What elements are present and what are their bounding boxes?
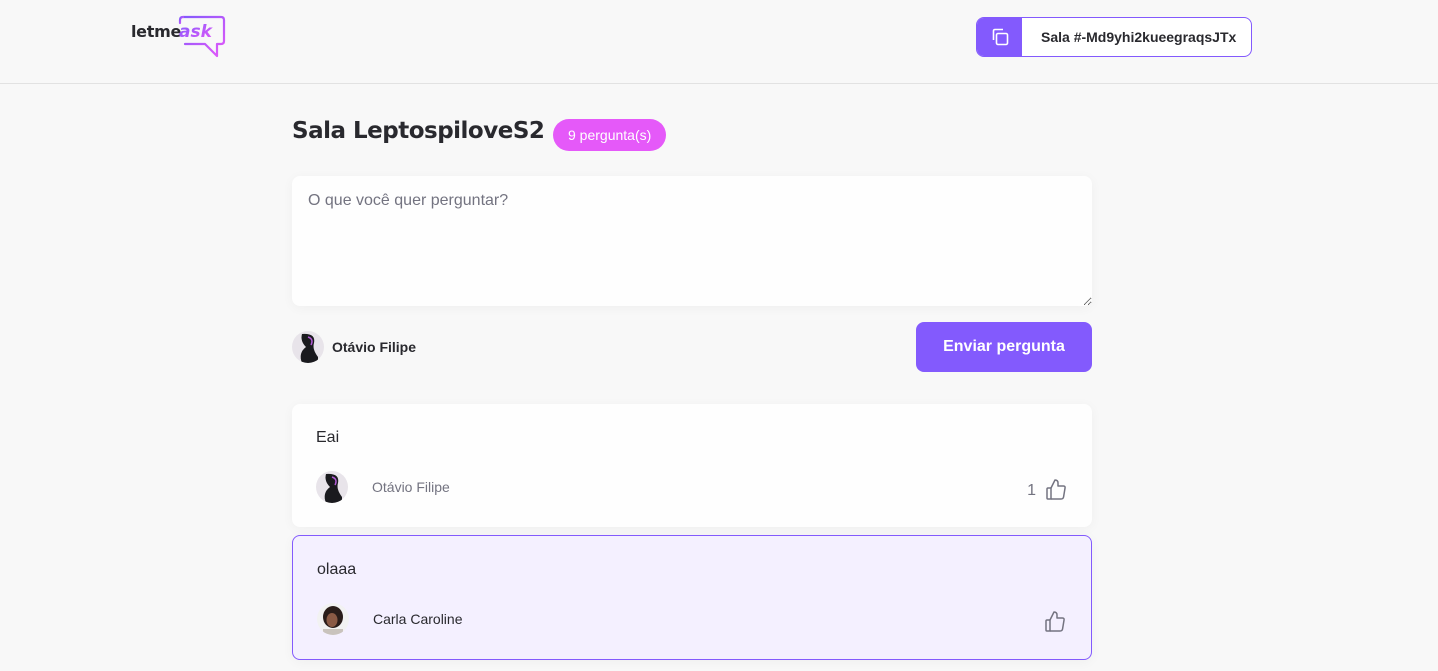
current-user-info: Otávio Filipe	[292, 330, 416, 363]
send-question-button[interactable]: Enviar pergunta	[916, 322, 1092, 372]
like-button[interactable]	[1043, 609, 1067, 633]
letmeask-logo[interactable]: letme ask	[131, 14, 227, 60]
logo-text: letme	[131, 22, 182, 41]
question-count-badge: 9 pergunta(s)	[553, 119, 667, 151]
question-content: Eai	[316, 429, 340, 446]
user-name: Otávio Filipe	[332, 338, 417, 355]
question-card-highlighted: olaaa Carla Caroline	[292, 535, 1092, 660]
user-avatar	[292, 330, 324, 363]
like-count: 1	[1027, 482, 1036, 499]
copy-icon	[977, 18, 1022, 56]
question-author: Carla Caroline	[317, 603, 462, 635]
speech-bubble-icon: ask	[178, 15, 226, 58]
room-code-text: Sala #-Md9yhi2kueegraqsJTx	[1041, 29, 1237, 45]
author-name: Carla Caroline	[373, 611, 463, 627]
author-avatar	[317, 603, 349, 635]
question-content: olaaa	[317, 561, 357, 578]
author-avatar	[316, 471, 348, 503]
question-card: Eai Otávio Filipe 1	[292, 404, 1092, 527]
room-code-button[interactable]: Sala #-Md9yhi2kueegraqsJTx	[976, 17, 1252, 57]
like-button[interactable]: 1	[1027, 477, 1068, 501]
svg-text:ask: ask	[179, 22, 214, 42]
question-author: Otávio Filipe	[316, 471, 450, 503]
thumbs-up-icon	[1046, 479, 1066, 500]
author-name: Otávio Filipe	[372, 479, 450, 495]
top-bar: letme ask Sala #-Md9yhi2kueegraqsJTx	[0, 0, 1438, 84]
question-input[interactable]	[292, 176, 1092, 306]
thumbs-up-icon	[1045, 611, 1065, 632]
room-title: Sala LeptospiloveS2	[292, 118, 545, 144]
